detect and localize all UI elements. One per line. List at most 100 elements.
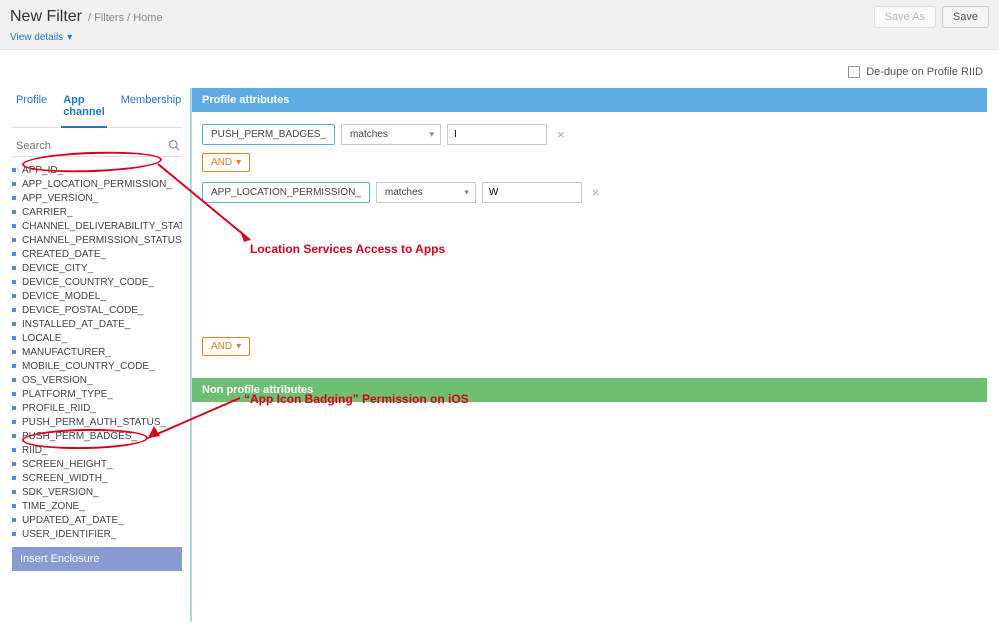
attribute-label: USER_IDENTIFIER_ (22, 529, 116, 540)
attribute-label: PROFILE_RIID_ (22, 403, 96, 414)
rule-field-chip[interactable]: APP_LOCATION_PERMISSION_ (202, 182, 370, 203)
attribute-item[interactable]: CHANNEL_DELIVERABILITY_STATUS_ (12, 219, 182, 233)
filter-rule: PUSH_PERM_BADGES_ matches × (202, 124, 977, 145)
attribute-label: APP_VERSION_ (22, 193, 98, 204)
attribute-label: LOCALE_ (22, 333, 67, 344)
view-details-link[interactable]: View details ▾ (10, 32, 72, 43)
filter-rule: APP_LOCATION_PERMISSION_ matches × (202, 182, 977, 203)
bullet-icon (12, 294, 16, 298)
and-connector[interactable]: AND▾ (202, 153, 250, 172)
attribute-item[interactable]: USER_IDENTIFIER_ (12, 527, 182, 541)
attribute-label: DEVICE_COUNTRY_CODE_ (22, 277, 154, 288)
attribute-item[interactable]: PLATFORM_TYPE_ (12, 387, 182, 401)
bullet-icon (12, 224, 16, 228)
attribute-label: DEVICE_MODEL_ (22, 291, 106, 302)
attribute-item[interactable]: CHANNEL_PERMISSION_STATUS_ (12, 233, 182, 247)
attribute-item[interactable]: UPDATED_AT_DATE_ (12, 513, 182, 527)
attribute-item[interactable]: APP_ID_ (12, 163, 182, 177)
bullet-icon (12, 392, 16, 396)
bullet-icon (12, 364, 16, 368)
attribute-item[interactable]: CARRIER_ (12, 205, 182, 219)
attribute-label: APP_LOCATION_PERMISSION_ (22, 179, 172, 190)
bullet-icon (12, 238, 16, 242)
attribute-tabs: Profile App channel Membership (12, 88, 182, 128)
attribute-label: SCREEN_WIDTH_ (22, 473, 108, 484)
dedupe-label: De-dupe on Profile RIID (866, 66, 983, 78)
attribute-item[interactable]: OS_VERSION_ (12, 373, 182, 387)
attribute-item[interactable]: TIME_ZONE_ (12, 499, 182, 513)
attribute-item[interactable]: DEVICE_CITY_ (12, 261, 182, 275)
attribute-item[interactable]: PROFILE_RIID_ (12, 401, 182, 415)
remove-rule-button[interactable]: × (553, 127, 569, 142)
attribute-item[interactable]: APP_LOCATION_PERMISSION_ (12, 177, 182, 191)
attribute-item[interactable]: APP_VERSION_ (12, 191, 182, 205)
attribute-label: RIID_ (22, 445, 48, 456)
view-details-label: View details (10, 32, 63, 43)
attribute-label: CHANNEL_DELIVERABILITY_STATUS_ (22, 221, 182, 232)
attribute-item[interactable]: DEVICE_MODEL_ (12, 289, 182, 303)
bullet-icon (12, 532, 16, 536)
topbar: New Filter / Filters / Home Save As Save… (0, 0, 999, 50)
attribute-item[interactable]: DEVICE_POSTAL_CODE_ (12, 303, 182, 317)
attribute-label: APP_ID_ (22, 165, 63, 176)
bullet-icon (12, 196, 16, 200)
tab-membership[interactable]: Membership (119, 88, 184, 127)
dedupe-checkbox[interactable] (848, 66, 860, 78)
attribute-list: APP_ID_ APP_LOCATION_PERMISSION_ APP_VERSI… (12, 163, 182, 541)
attribute-item[interactable]: INSTALLED_AT_DATE_ (12, 317, 182, 331)
attribute-label: CHANNEL_PERMISSION_STATUS_ (22, 235, 182, 246)
breadcrumb: / Filters / Home (88, 12, 163, 24)
attribute-label: TIME_ZONE_ (22, 501, 85, 512)
attribute-label: DEVICE_POSTAL_CODE_ (22, 305, 144, 316)
bullet-icon (12, 518, 16, 522)
bullet-icon (12, 210, 16, 214)
attribute-item[interactable]: LOCALE_ (12, 331, 182, 345)
non-profile-attributes-header: Non profile attributes (192, 378, 987, 402)
bullet-icon (12, 266, 16, 270)
attribute-label: DEVICE_CITY_ (22, 263, 93, 274)
bullet-icon (12, 406, 16, 410)
bullet-icon (12, 378, 16, 382)
rule-operator-select[interactable]: matches (376, 182, 476, 203)
attribute-item[interactable]: MANUFACTURER_ (12, 345, 182, 359)
save-button[interactable]: Save (942, 6, 989, 28)
attribute-label: OS_VERSION_ (22, 375, 93, 386)
tab-app-channel[interactable]: App channel (61, 88, 107, 128)
rule-operator-select[interactable]: matches (341, 124, 441, 145)
search-input[interactable] (12, 136, 182, 157)
bullet-icon (12, 420, 16, 424)
attribute-label: PLATFORM_TYPE_ (22, 389, 113, 400)
page-title: New Filter (10, 8, 82, 26)
attribute-item[interactable]: SCREEN_WIDTH_ (12, 471, 182, 485)
attribute-label: PUSH_PERM_BADGES_ (22, 431, 137, 442)
bullet-icon (12, 490, 16, 494)
tab-profile[interactable]: Profile (14, 88, 49, 127)
remove-rule-button[interactable]: × (588, 185, 604, 200)
attribute-item[interactable]: SCREEN_HEIGHT_ (12, 457, 182, 471)
search-icon[interactable] (168, 139, 180, 154)
save-as-button[interactable]: Save As (874, 6, 936, 28)
attribute-item[interactable]: DEVICE_COUNTRY_CODE_ (12, 275, 182, 289)
attribute-item[interactable]: PUSH_PERM_AUTH_STATUS_ (12, 415, 182, 429)
chevron-down-icon: ▾ (236, 157, 241, 168)
bullet-icon (12, 434, 16, 438)
attribute-label: PUSH_PERM_AUTH_STATUS_ (22, 417, 166, 428)
attribute-label: INSTALLED_AT_DATE_ (22, 319, 130, 330)
attribute-item[interactable]: PUSH_PERM_BADGES_ (12, 429, 182, 443)
bullet-icon (12, 308, 16, 312)
rule-field-chip[interactable]: PUSH_PERM_BADGES_ (202, 124, 335, 145)
bullet-icon (12, 280, 16, 284)
bullet-icon (12, 462, 16, 466)
bullet-icon (12, 336, 16, 340)
attribute-item[interactable]: RIID_ (12, 443, 182, 457)
bullet-icon (12, 182, 16, 186)
attribute-item[interactable]: CREATED_DATE_ (12, 247, 182, 261)
bullet-icon (12, 322, 16, 326)
attribute-label: MOBILE_COUNTRY_CODE_ (22, 361, 155, 372)
attribute-item[interactable]: MOBILE_COUNTRY_CODE_ (12, 359, 182, 373)
insert-enclosure-button[interactable]: Insert Enclosure (12, 547, 182, 571)
and-connector[interactable]: AND▾ (202, 337, 250, 356)
rule-value-input[interactable] (447, 124, 547, 145)
rule-value-input[interactable] (482, 182, 582, 203)
attribute-item[interactable]: SDK_VERSION_ (12, 485, 182, 499)
